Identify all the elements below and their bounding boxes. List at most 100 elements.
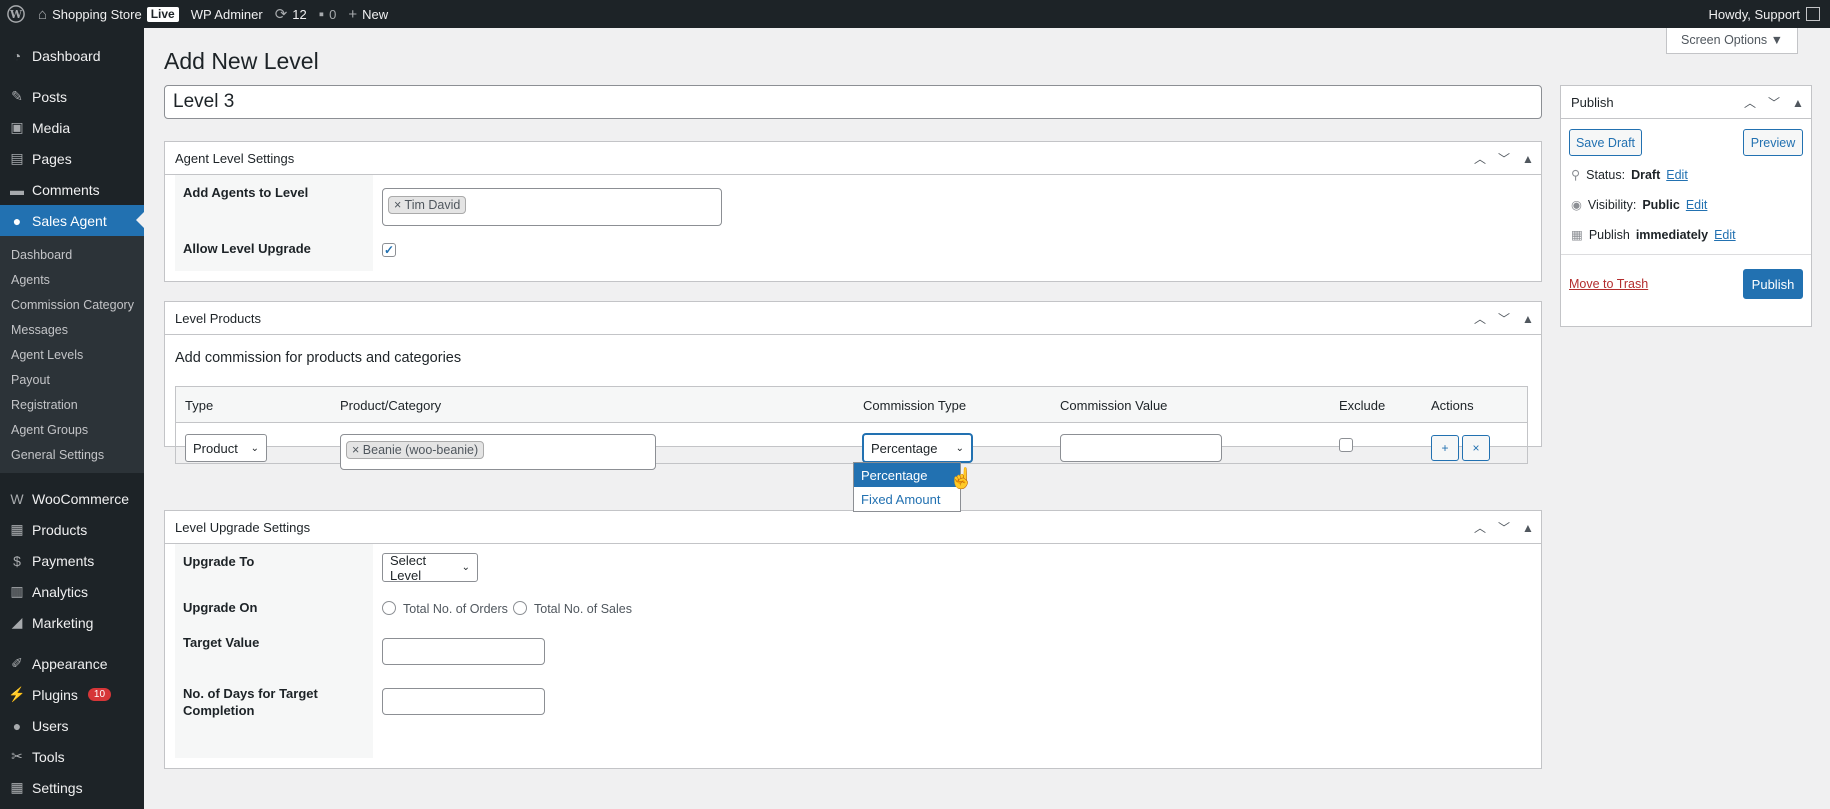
move-down-icon[interactable]: ﹀ bbox=[1495, 519, 1513, 536]
comments-count: 0 bbox=[329, 6, 337, 22]
preview-button[interactable]: Preview bbox=[1743, 129, 1803, 156]
sidebar-item-settings[interactable]: ▦ Settings bbox=[0, 772, 144, 803]
days-input[interactable] bbox=[382, 688, 545, 715]
chevron-down-icon: ⌄ bbox=[250, 442, 259, 454]
sidebar-item-tools[interactable]: ✂ Tools bbox=[0, 741, 144, 772]
total-orders-label[interactable]: Total No. of Orders bbox=[403, 602, 508, 616]
commission-type-dropdown: Percentage Fixed Amount bbox=[853, 462, 961, 512]
move-down-icon[interactable]: ﹀ bbox=[1495, 150, 1513, 167]
status-value: Draft bbox=[1631, 167, 1661, 182]
sidebar-item-comments[interactable]: ▬ Comments bbox=[0, 174, 144, 205]
sidebar-item-marketing[interactable]: ◢ Marketing bbox=[0, 607, 144, 638]
sidebar-item-pages[interactable]: ▤ Pages bbox=[0, 143, 144, 174]
save-draft-button[interactable]: Save Draft bbox=[1569, 129, 1642, 156]
toggle-panel-icon[interactable]: ▲ bbox=[1519, 312, 1537, 326]
move-down-icon[interactable]: ﹀ bbox=[1765, 94, 1783, 111]
sidebar-item-label: Analytics bbox=[32, 583, 89, 600]
sidebar-item-label: WooCommerce bbox=[32, 490, 129, 507]
submenu-commission-category[interactable]: Commission Category bbox=[0, 292, 144, 317]
edit-publish-time-link[interactable]: Edit bbox=[1714, 228, 1736, 242]
product-multiselect[interactable]: × Beanie (woo-beanie) bbox=[340, 434, 656, 470]
plugin-icon: ⚡ bbox=[8, 686, 26, 702]
submenu-messages[interactable]: Messages bbox=[0, 317, 144, 342]
avatar[interactable] bbox=[1806, 7, 1820, 21]
submenu-registration[interactable]: Registration bbox=[0, 392, 144, 417]
comments-link[interactable]: ▪ 0 bbox=[313, 0, 343, 28]
commission-value-input[interactable] bbox=[1060, 434, 1222, 462]
allow-upgrade-checkbox[interactable]: ✓ bbox=[382, 243, 396, 257]
sidebar-item-posts[interactable]: ✎ Posts bbox=[0, 81, 144, 112]
exclude-checkbox[interactable] bbox=[1339, 438, 1353, 452]
sidebar-item-label: Products bbox=[32, 521, 88, 538]
sidebar-item-label: Media bbox=[32, 119, 71, 136]
sidebar-item-plugins[interactable]: ⚡ Plugins 10 bbox=[0, 679, 144, 710]
chip-label: Beanie (woo-beanie) bbox=[362, 443, 479, 457]
calendar-icon: ▦ bbox=[1571, 228, 1583, 242]
wp-adminer-link[interactable]: WP Adminer bbox=[185, 0, 269, 28]
sidebar-item-media[interactable]: ▣ Media bbox=[0, 112, 144, 143]
toggle-panel-icon[interactable]: ▲ bbox=[1789, 96, 1807, 110]
sidebar-item-payments[interactable]: $ Payments bbox=[0, 545, 144, 576]
sidebar-item-users[interactable]: ● Users bbox=[0, 710, 144, 741]
toggle-panel-icon[interactable]: ▲ bbox=[1519, 152, 1537, 166]
site-name-link[interactable]: ⌂ Shopping Store Live bbox=[32, 0, 185, 28]
radio-total-orders[interactable] bbox=[382, 601, 396, 615]
move-down-icon[interactable]: ﹀ bbox=[1495, 310, 1513, 327]
sidebar-item-products[interactable]: ▦ Products bbox=[0, 514, 144, 545]
howdy-account-link[interactable]: Howdy, Support bbox=[1708, 7, 1800, 22]
updates-link[interactable]: ⟳ 12 bbox=[269, 0, 313, 28]
remove-chip-icon[interactable]: × bbox=[394, 198, 405, 212]
type-select[interactable]: Product ⌄ bbox=[185, 434, 267, 462]
payments-icon: $ bbox=[13, 552, 21, 569]
edit-status-link[interactable]: Edit bbox=[1666, 168, 1688, 182]
target-value-input[interactable] bbox=[382, 638, 545, 665]
remove-row-button[interactable]: × bbox=[1462, 435, 1490, 461]
dropdown-option-fixed-amount[interactable]: Fixed Amount bbox=[854, 487, 960, 511]
submenu-payout[interactable]: Payout bbox=[0, 367, 144, 392]
sidebar-item-label: Comments bbox=[32, 181, 100, 198]
commission-type-select[interactable]: Percentage ⌄ bbox=[863, 434, 972, 462]
move-up-icon[interactable]: ︿ bbox=[1471, 150, 1489, 167]
total-sales-label[interactable]: Total No. of Sales bbox=[534, 602, 632, 616]
submenu-agent-groups[interactable]: Agent Groups bbox=[0, 417, 144, 442]
agents-multiselect[interactable]: × Tim David bbox=[382, 188, 722, 226]
submenu-agent-levels[interactable]: Agent Levels bbox=[0, 342, 144, 367]
sidebar-item-analytics[interactable]: ▥ Analytics bbox=[0, 576, 144, 607]
add-agents-label: Add Agents to Level bbox=[175, 175, 373, 225]
status-label: Status: bbox=[1586, 167, 1626, 182]
product-chip[interactable]: × Beanie (woo-beanie) bbox=[346, 441, 485, 459]
sidebar-item-appearance[interactable]: ✐ Appearance bbox=[0, 648, 144, 679]
sidebar-item-label: Sales Agent bbox=[32, 212, 107, 229]
add-row-button[interactable]: + bbox=[1431, 435, 1459, 461]
new-label: New bbox=[362, 6, 389, 22]
radio-total-sales[interactable] bbox=[513, 601, 527, 615]
agent-chip[interactable]: × Tim David bbox=[388, 196, 467, 214]
new-content-link[interactable]: + New bbox=[342, 0, 394, 28]
sidebar-item-woocommerce[interactable]: W WooCommerce bbox=[0, 483, 144, 514]
remove-chip-icon[interactable]: × bbox=[352, 443, 363, 457]
level-products-box: Level Products ︿ ﹀ ▲ Add commission for … bbox=[164, 301, 1542, 470]
move-up-icon[interactable]: ︿ bbox=[1471, 519, 1489, 536]
sidebar-item-label: Appearance bbox=[32, 655, 108, 672]
settings-icon: ▦ bbox=[10, 779, 24, 795]
submenu-dashboard[interactable]: Dashboard bbox=[0, 242, 144, 267]
sidebar-item-dashboard[interactable]: ◔ Dashboard bbox=[0, 40, 144, 71]
edit-visibility-link[interactable]: Edit bbox=[1686, 198, 1708, 212]
level-title-input[interactable] bbox=[164, 85, 1542, 119]
toggle-panel-icon[interactable]: ▲ bbox=[1519, 521, 1537, 535]
screen-options-button[interactable]: Screen Options ▼ bbox=[1665, 28, 1798, 54]
move-up-icon[interactable]: ︿ bbox=[1741, 94, 1759, 111]
sidebar-item-sales-agent[interactable]: ● Sales Agent bbox=[0, 205, 144, 236]
status-row: ⚲ Status: Draft Edit bbox=[1571, 167, 1688, 183]
wordpress-logo-icon[interactable]: W bbox=[0, 0, 32, 28]
sidebar-item-label: Marketing bbox=[32, 614, 94, 631]
wrench-icon: ✂ bbox=[11, 748, 23, 764]
move-to-trash-link[interactable]: Move to Trash bbox=[1569, 277, 1648, 291]
sidebar-item-label: Pages bbox=[32, 150, 72, 167]
publish-button[interactable]: Publish bbox=[1743, 269, 1803, 299]
move-up-icon[interactable]: ︿ bbox=[1471, 310, 1489, 327]
upgrade-to-select[interactable]: Select Level ⌄ bbox=[382, 553, 478, 583]
submenu-general-settings[interactable]: General Settings bbox=[0, 442, 144, 467]
submenu-agents[interactable]: Agents bbox=[0, 267, 144, 292]
dropdown-option-percentage[interactable]: Percentage bbox=[854, 463, 960, 487]
